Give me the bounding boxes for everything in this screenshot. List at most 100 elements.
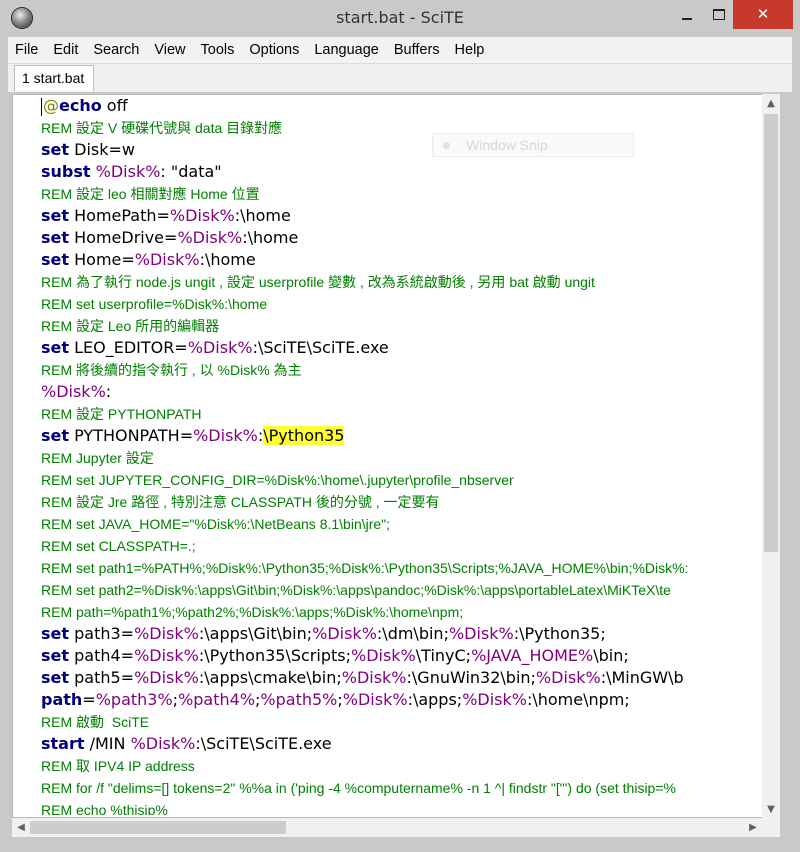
variable-token: %path5% xyxy=(260,690,338,709)
code-line[interactable]: path=%path3%;%path4%;%path5%;%Disk%:\app… xyxy=(41,689,763,711)
comment-line[interactable]: REM set JUPYTER_CONFIG_DIR=%Disk%:\home\… xyxy=(41,469,763,491)
text-token: REM set JAVA_HOME="%Disk%:\NetBeans 8.1\… xyxy=(41,516,391,532)
text-token: path5= xyxy=(69,668,135,687)
title-bar[interactable]: start.bat - SciTE ✕ xyxy=(0,0,800,37)
maximize-icon xyxy=(713,9,725,20)
scroll-up-icon[interactable]: ▲ xyxy=(762,94,780,112)
comment-line[interactable]: REM for /f "delims=[] tokens=2" %%a in (… xyxy=(41,777,763,799)
comment-line[interactable]: REM 設定 Leo 所用的編輯器 xyxy=(41,315,763,337)
text-token: :\dm\bin; xyxy=(376,624,449,643)
comment-line[interactable]: REM set CLASSPATH=.; xyxy=(41,535,763,557)
text-token: LEO_EDITOR= xyxy=(69,338,188,357)
scroll-left-icon[interactable]: ◀ xyxy=(12,818,30,837)
menu-edit[interactable]: Edit xyxy=(45,37,85,63)
menu-options[interactable]: Options xyxy=(241,37,306,63)
code-line[interactable]: set Home=%Disk%:\home xyxy=(41,249,763,271)
text-token: :\Python35; xyxy=(513,624,606,643)
text-token: : "data" xyxy=(160,162,222,181)
code-line[interactable]: @echo off xyxy=(41,95,763,117)
code-line[interactable]: start /MIN %Disk%:\SciTE\SciTE.exe xyxy=(41,733,763,755)
variable-token: %path3% xyxy=(95,690,173,709)
menu-tools[interactable]: Tools xyxy=(193,37,242,63)
text-token: :\home xyxy=(199,250,256,269)
text-token: = xyxy=(82,690,96,709)
text-token: :\home xyxy=(242,228,299,247)
close-button[interactable]: ✕ xyxy=(733,0,793,29)
menu-search[interactable]: Search xyxy=(85,37,146,63)
code-line[interactable]: set PYTHONPATH=%Disk%:\Python35 xyxy=(41,425,763,447)
comment-line[interactable]: REM 啟動 SciTE xyxy=(41,711,763,733)
code-line[interactable]: set path4=%Disk%:\Python35\Scripts;%Disk… xyxy=(41,645,763,667)
text-token: REM 設定 Leo 所用的編輯器 xyxy=(41,318,220,334)
comment-line[interactable]: REM set userprofile=%Disk%:\home xyxy=(41,293,763,315)
text-token: REM for /f "delims=[] tokens=2" %%a in (… xyxy=(41,780,676,796)
comment-line[interactable]: REM path=%path1%;%path2%;%Disk%:\apps;%D… xyxy=(41,601,763,623)
text-token: REM 設定 Jre 路徑 , 特別注意 CLASSPATH 後的分號 , 一定… xyxy=(41,494,440,510)
text-token: \bin; xyxy=(593,646,629,665)
code-line[interactable]: set HomePath=%Disk%:\home xyxy=(41,205,763,227)
code-line[interactable]: %Disk%: xyxy=(41,381,763,403)
vertical-scroll-thumb[interactable] xyxy=(764,114,778,552)
vertical-scrollbar[interactable]: ▲ ▼ xyxy=(762,94,780,818)
keyword-token: set xyxy=(41,206,70,225)
comment-line[interactable]: REM 取 IPV4 IP address xyxy=(41,755,763,777)
window-bottom-border xyxy=(0,837,800,852)
text-token: :\apps\Git\bin; xyxy=(198,624,313,643)
code-line[interactable]: subst %Disk%: "data" xyxy=(41,161,763,183)
comment-line[interactable]: REM 將後續的指令執行 , 以 %Disk% 為主 xyxy=(41,359,763,381)
menu-bar: File Edit Search View Tools Options Lang… xyxy=(8,37,792,63)
text-token: REM set CLASSPATH=.; xyxy=(41,538,196,554)
minimize-icon xyxy=(681,17,692,20)
text-token: REM set path1=%PATH%;%Disk%:\Python35;%D… xyxy=(41,560,689,576)
comment-line[interactable]: REM set JAVA_HOME="%Disk%:\NetBeans 8.1\… xyxy=(41,513,763,535)
comment-line[interactable]: REM set path1=%PATH%;%Disk%:\Python35;%D… xyxy=(41,557,763,579)
horizontal-scroll-thumb[interactable] xyxy=(30,821,286,834)
minimize-button[interactable] xyxy=(668,0,705,29)
code-line[interactable]: set Disk=w xyxy=(41,139,763,161)
maximize-button[interactable] xyxy=(705,0,733,29)
text-token: :\MinGW\b xyxy=(600,668,684,687)
comment-line[interactable]: REM echo %thisip% xyxy=(41,799,763,815)
close-icon: ✕ xyxy=(756,5,770,23)
menu-buffers[interactable]: Buffers xyxy=(386,37,447,63)
text-token: HomePath= xyxy=(69,206,170,225)
scroll-right-icon[interactable]: ▶ xyxy=(744,818,762,837)
variable-token: %path4% xyxy=(178,690,256,709)
comment-line[interactable]: REM 設定 V 硬碟代號與 data 目錄對應 xyxy=(41,117,763,139)
horizontal-scrollbar[interactable]: ◀ ▶ xyxy=(12,818,762,837)
text-token: :\GnuWin32\bin; xyxy=(406,668,536,687)
comment-line[interactable]: REM 為了執行 node.js ungit , 設定 userprofile … xyxy=(41,271,763,293)
keyword-token: set xyxy=(41,250,70,269)
tab-start-bat[interactable]: 1 start.bat xyxy=(14,65,94,91)
menu-file[interactable]: File xyxy=(8,37,45,63)
text-token: path4= xyxy=(69,646,135,665)
comment-line[interactable]: REM 設定 leo 相關對應 Home 位置 xyxy=(41,183,763,205)
code-editor[interactable]: @echo off REM 設定 V 硬碟代號與 data 目錄對應 set Dis… xyxy=(12,94,780,818)
menu-language[interactable]: Language xyxy=(306,37,386,63)
variable-token: %Disk% xyxy=(134,624,199,643)
text-token: :\Python35\Scripts; xyxy=(198,646,351,665)
scroll-down-icon[interactable]: ▼ xyxy=(762,800,780,818)
comment-line[interactable]: REM 設定 PYTHONPATH xyxy=(41,403,763,425)
text-token: REM set userprofile=%Disk%:\home xyxy=(41,296,268,312)
variable-token: %Disk% xyxy=(342,690,408,709)
menu-help[interactable]: Help xyxy=(447,37,492,63)
code-line[interactable]: set path5=%Disk%:\apps\cmake\bin;%Disk%:… xyxy=(41,667,763,689)
code-line[interactable]: set LEO_EDITOR=%Disk%:\SciTE\SciTE.exe xyxy=(41,337,763,359)
code-lines[interactable]: @echo off REM 設定 V 硬碟代號與 data 目錄對應 set Dis… xyxy=(41,95,763,815)
keyword-token: set xyxy=(41,426,70,445)
text-token: Disk=w xyxy=(69,140,135,159)
code-line[interactable]: set HomeDrive=%Disk%:\home xyxy=(41,227,763,249)
keyword-token: set xyxy=(41,668,70,687)
comment-line[interactable]: REM Jupyter 設定 xyxy=(41,447,763,469)
text-token: REM 將後續的指令執行 , 以 %Disk% 為主 xyxy=(41,362,302,378)
code-line[interactable]: set path3=%Disk%:\apps\Git\bin;%Disk%:\d… xyxy=(41,623,763,645)
keyword-token: set xyxy=(41,624,70,643)
text-token: REM 設定 leo 相關對應 Home 位置 xyxy=(41,186,260,202)
text-token: \TinyC; xyxy=(415,646,472,665)
comment-line[interactable]: REM 設定 Jre 路徑 , 特別注意 CLASSPATH 後的分號 , 一定… xyxy=(41,491,763,513)
text-token: REM Jupyter 設定 xyxy=(41,450,154,466)
variable-token: %Disk% xyxy=(130,734,196,753)
comment-line[interactable]: REM set path2=%Disk%:\apps\Git\bin;%Disk… xyxy=(41,579,763,601)
menu-view[interactable]: View xyxy=(146,37,192,63)
